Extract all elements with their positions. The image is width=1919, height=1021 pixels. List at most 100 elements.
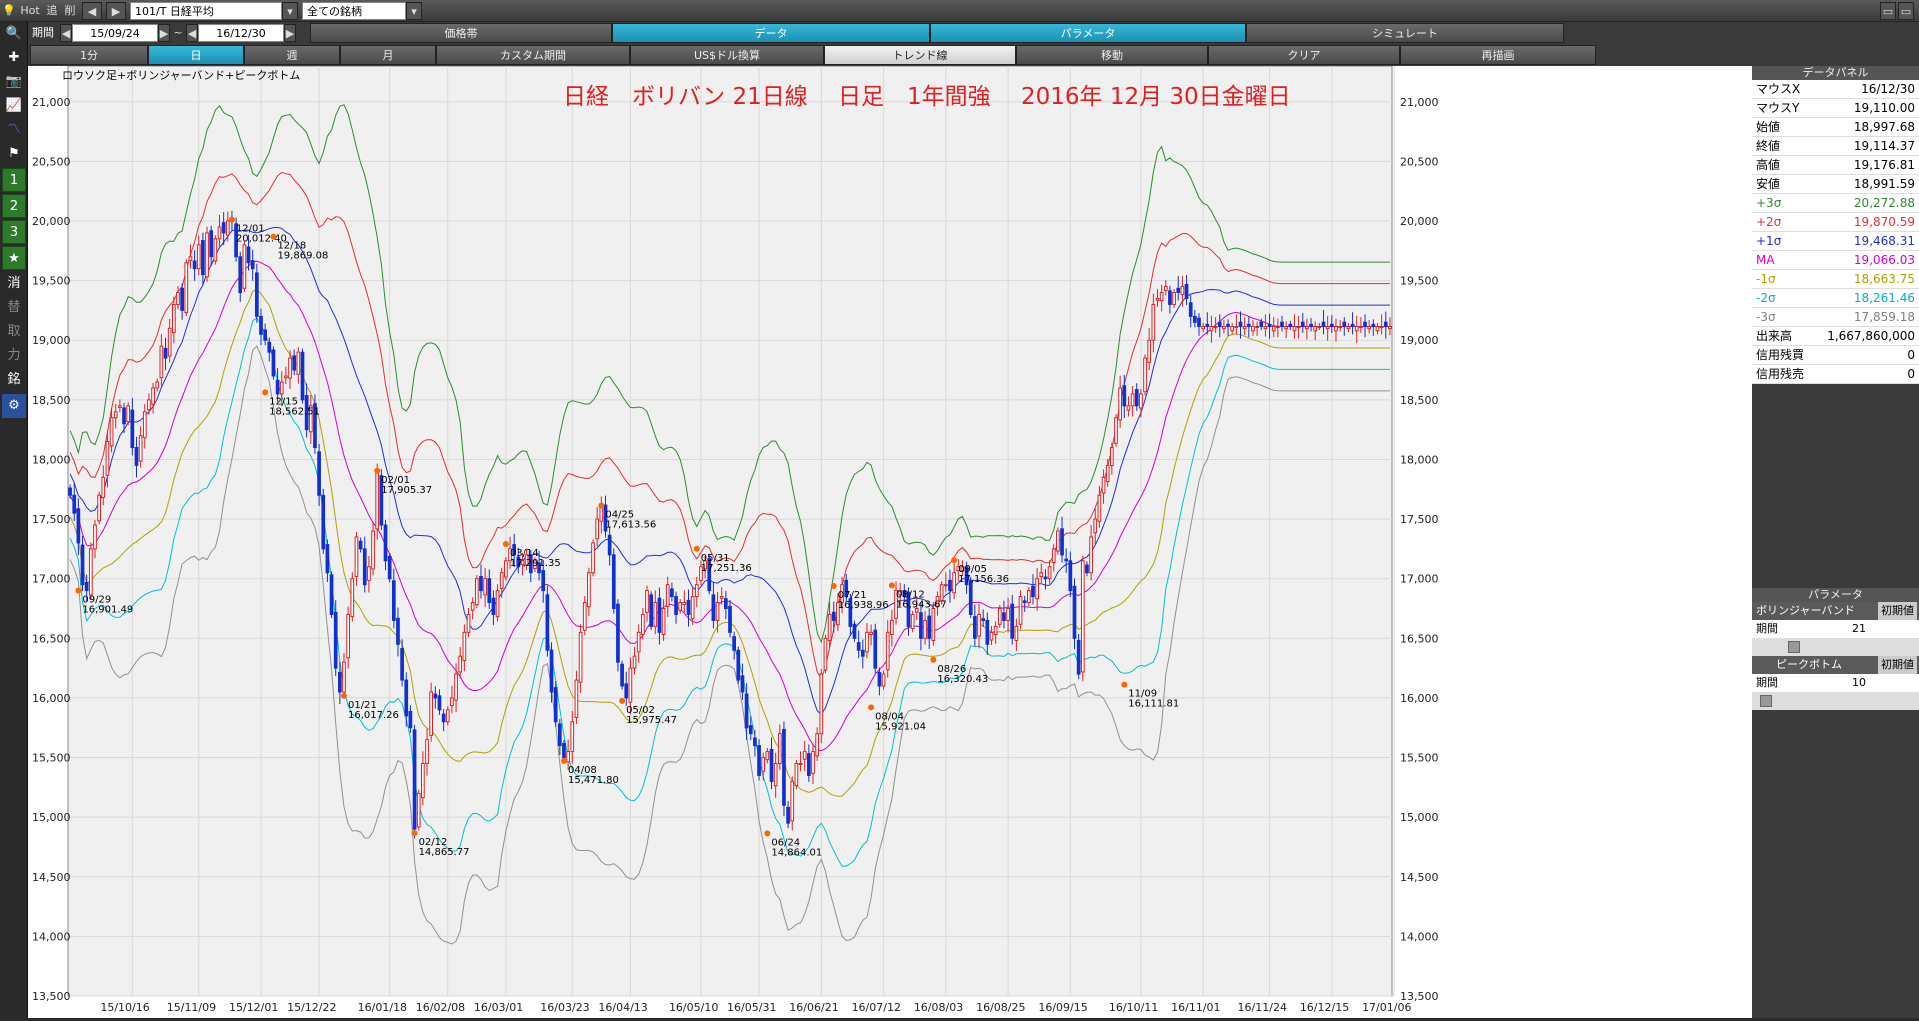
next-icon[interactable]: ▶ [106,2,126,20]
candle-body [333,611,338,669]
search-icon[interactable]: 🔍 [2,22,26,46]
tsui-button[interactable]: 追 [44,2,60,20]
candle-body [88,548,93,596]
candle-body [296,351,301,375]
data-key: マウスX [1756,82,1801,96]
peak-value-label: 17,156.36 [958,574,1009,585]
peak-slider[interactable] [1752,692,1919,710]
replace-button[interactable]: 替 [2,296,26,320]
peak-init-button[interactable]: 初期値 [1878,656,1917,674]
candle-body [885,631,890,671]
candle-body [329,574,334,615]
y-tick-label-right: 20,500 [1400,155,1439,168]
data-row: マウスY 19,110.00 [1752,99,1919,118]
trendline-button[interactable]: トレンド線 [824,45,1016,65]
tab-data[interactable]: データ [612,23,930,43]
x-tick-label: 16/08/03 [914,1001,963,1014]
symbol-field[interactable]: 101/T 日経平均 [130,2,282,20]
candle-body [346,613,351,659]
boll-init-button[interactable]: 初期値 [1878,602,1917,620]
boll-slider[interactable] [1752,638,1919,656]
next-start-icon[interactable]: ▶ [158,24,170,42]
candle-body [773,763,778,787]
peak-value-label: 17,291.35 [510,558,561,569]
prev-start-icon[interactable]: ◀ [60,24,72,42]
data-row: マウスX 16/12/30 [1752,80,1919,99]
candle-body [1267,323,1272,328]
universe-select[interactable]: 全ての銘柄 [302,2,406,20]
boll-slider-handle[interactable] [1788,641,1800,653]
candle-body [495,590,500,618]
peak-value-label: 16,320.43 [937,674,988,685]
candle-body [487,578,492,604]
candle-body [209,230,214,258]
candle-body [400,648,404,681]
peak-marker [619,697,626,704]
chart-area[interactable]: 21,000 21,000 20,500 20,500 20,000 20,000 19,5… [28,65,1752,1018]
next-end-icon[interactable]: ▶ [284,24,296,42]
erase-button[interactable]: 消 [2,272,26,296]
candlestick-chart[interactable]: 21,000 21,000 20,500 20,500 20,000 20,000 19,5… [28,65,1752,1018]
clear-button[interactable]: クリア [1208,45,1400,65]
candle-body [881,673,886,687]
tab-parameter[interactable]: パラメータ [930,23,1246,43]
candle-body [142,411,147,439]
boll-period-value[interactable]: 21 [1852,620,1866,638]
power-button[interactable]: 力 [2,344,26,368]
candle-body [1313,326,1318,332]
move-button[interactable]: 移動 [1016,45,1208,65]
peak-slider-handle[interactable] [1760,695,1772,707]
chevron-down-icon[interactable]: ▾ [282,2,298,20]
candle-body [246,246,251,264]
close-icon[interactable]: ▭ [1898,2,1914,20]
chart-indicator-icon[interactable]: 〽 [2,118,26,142]
tab-1min[interactable]: 1分 [30,45,148,65]
prev-end-icon[interactable]: ◀ [186,24,198,42]
flag-icon[interactable]: ⚑ [2,142,26,166]
chart-line-icon[interactable]: 📈 [2,94,26,118]
candle-body [582,602,587,631]
crosshair-icon[interactable]: ✚ [2,46,26,70]
tab-monthly[interactable]: 月 [340,45,436,65]
start-date-field[interactable]: 15/09/24 [72,24,158,42]
peak-period-value[interactable]: 10 [1852,674,1866,692]
preset-1-button[interactable]: 1 [2,168,26,192]
candle-body [1276,326,1280,329]
candle-body [831,611,836,621]
usd-convert-button[interactable]: US$ドル換算 [630,45,824,65]
candle-body [1097,494,1102,522]
candle-body [686,599,691,615]
chevron-down-icon[interactable]: ▾ [406,2,422,20]
candle-body [1334,326,1338,332]
tab-price-band[interactable]: 価格帯 [310,23,612,43]
peak-marker [411,830,418,837]
data-row: +1σ 19,468.31 [1752,232,1919,251]
candle-body [1300,321,1305,328]
preset-3-button[interactable]: 3 [2,220,26,244]
tab-weekly[interactable]: 週 [244,45,340,65]
sakujo-button[interactable]: 削 [62,2,78,20]
tab-simulate[interactable]: シミュレート [1246,23,1564,43]
prev-icon[interactable]: ◀ [82,2,102,20]
end-date-field[interactable]: 16/12/30 [198,24,284,42]
take-button[interactable]: 取 [2,320,26,344]
bulb-icon[interactable]: 💡 [2,2,16,20]
boll-label: ボリンジャーバンド [1756,604,1855,617]
stock-button[interactable]: 銘 [2,368,26,392]
settings-icon[interactable]: ⚙ [2,394,26,418]
left-sidebar: 🔍 ✚ 📷 📈 〽 ⚑ 1 2 3 ★ 消 替 取 力 銘 ⚙ [0,22,28,1018]
x-tick-label: 16/11/24 [1238,1001,1287,1014]
custom-period-button[interactable]: カスタム期間 [436,45,630,65]
preset-2-button[interactable]: 2 [2,194,26,218]
function-toolbar: 1分 日 週 月 カスタム期間 US$ドル換算 トレンド線 移動 クリア 再描画 [28,44,1919,66]
star-button[interactable]: ★ [2,246,26,270]
candle-body [670,588,674,598]
x-tick-label: 15/12/01 [229,1001,278,1014]
camera-icon[interactable]: 📷 [2,70,26,94]
hot-button[interactable]: Hot [18,2,42,20]
minimize-icon[interactable]: ▭ [1880,2,1896,20]
candle-body [1342,321,1347,328]
tab-daily[interactable]: 日 [148,45,244,65]
redraw-button[interactable]: 再描画 [1400,45,1596,65]
candle-body [1226,323,1230,328]
